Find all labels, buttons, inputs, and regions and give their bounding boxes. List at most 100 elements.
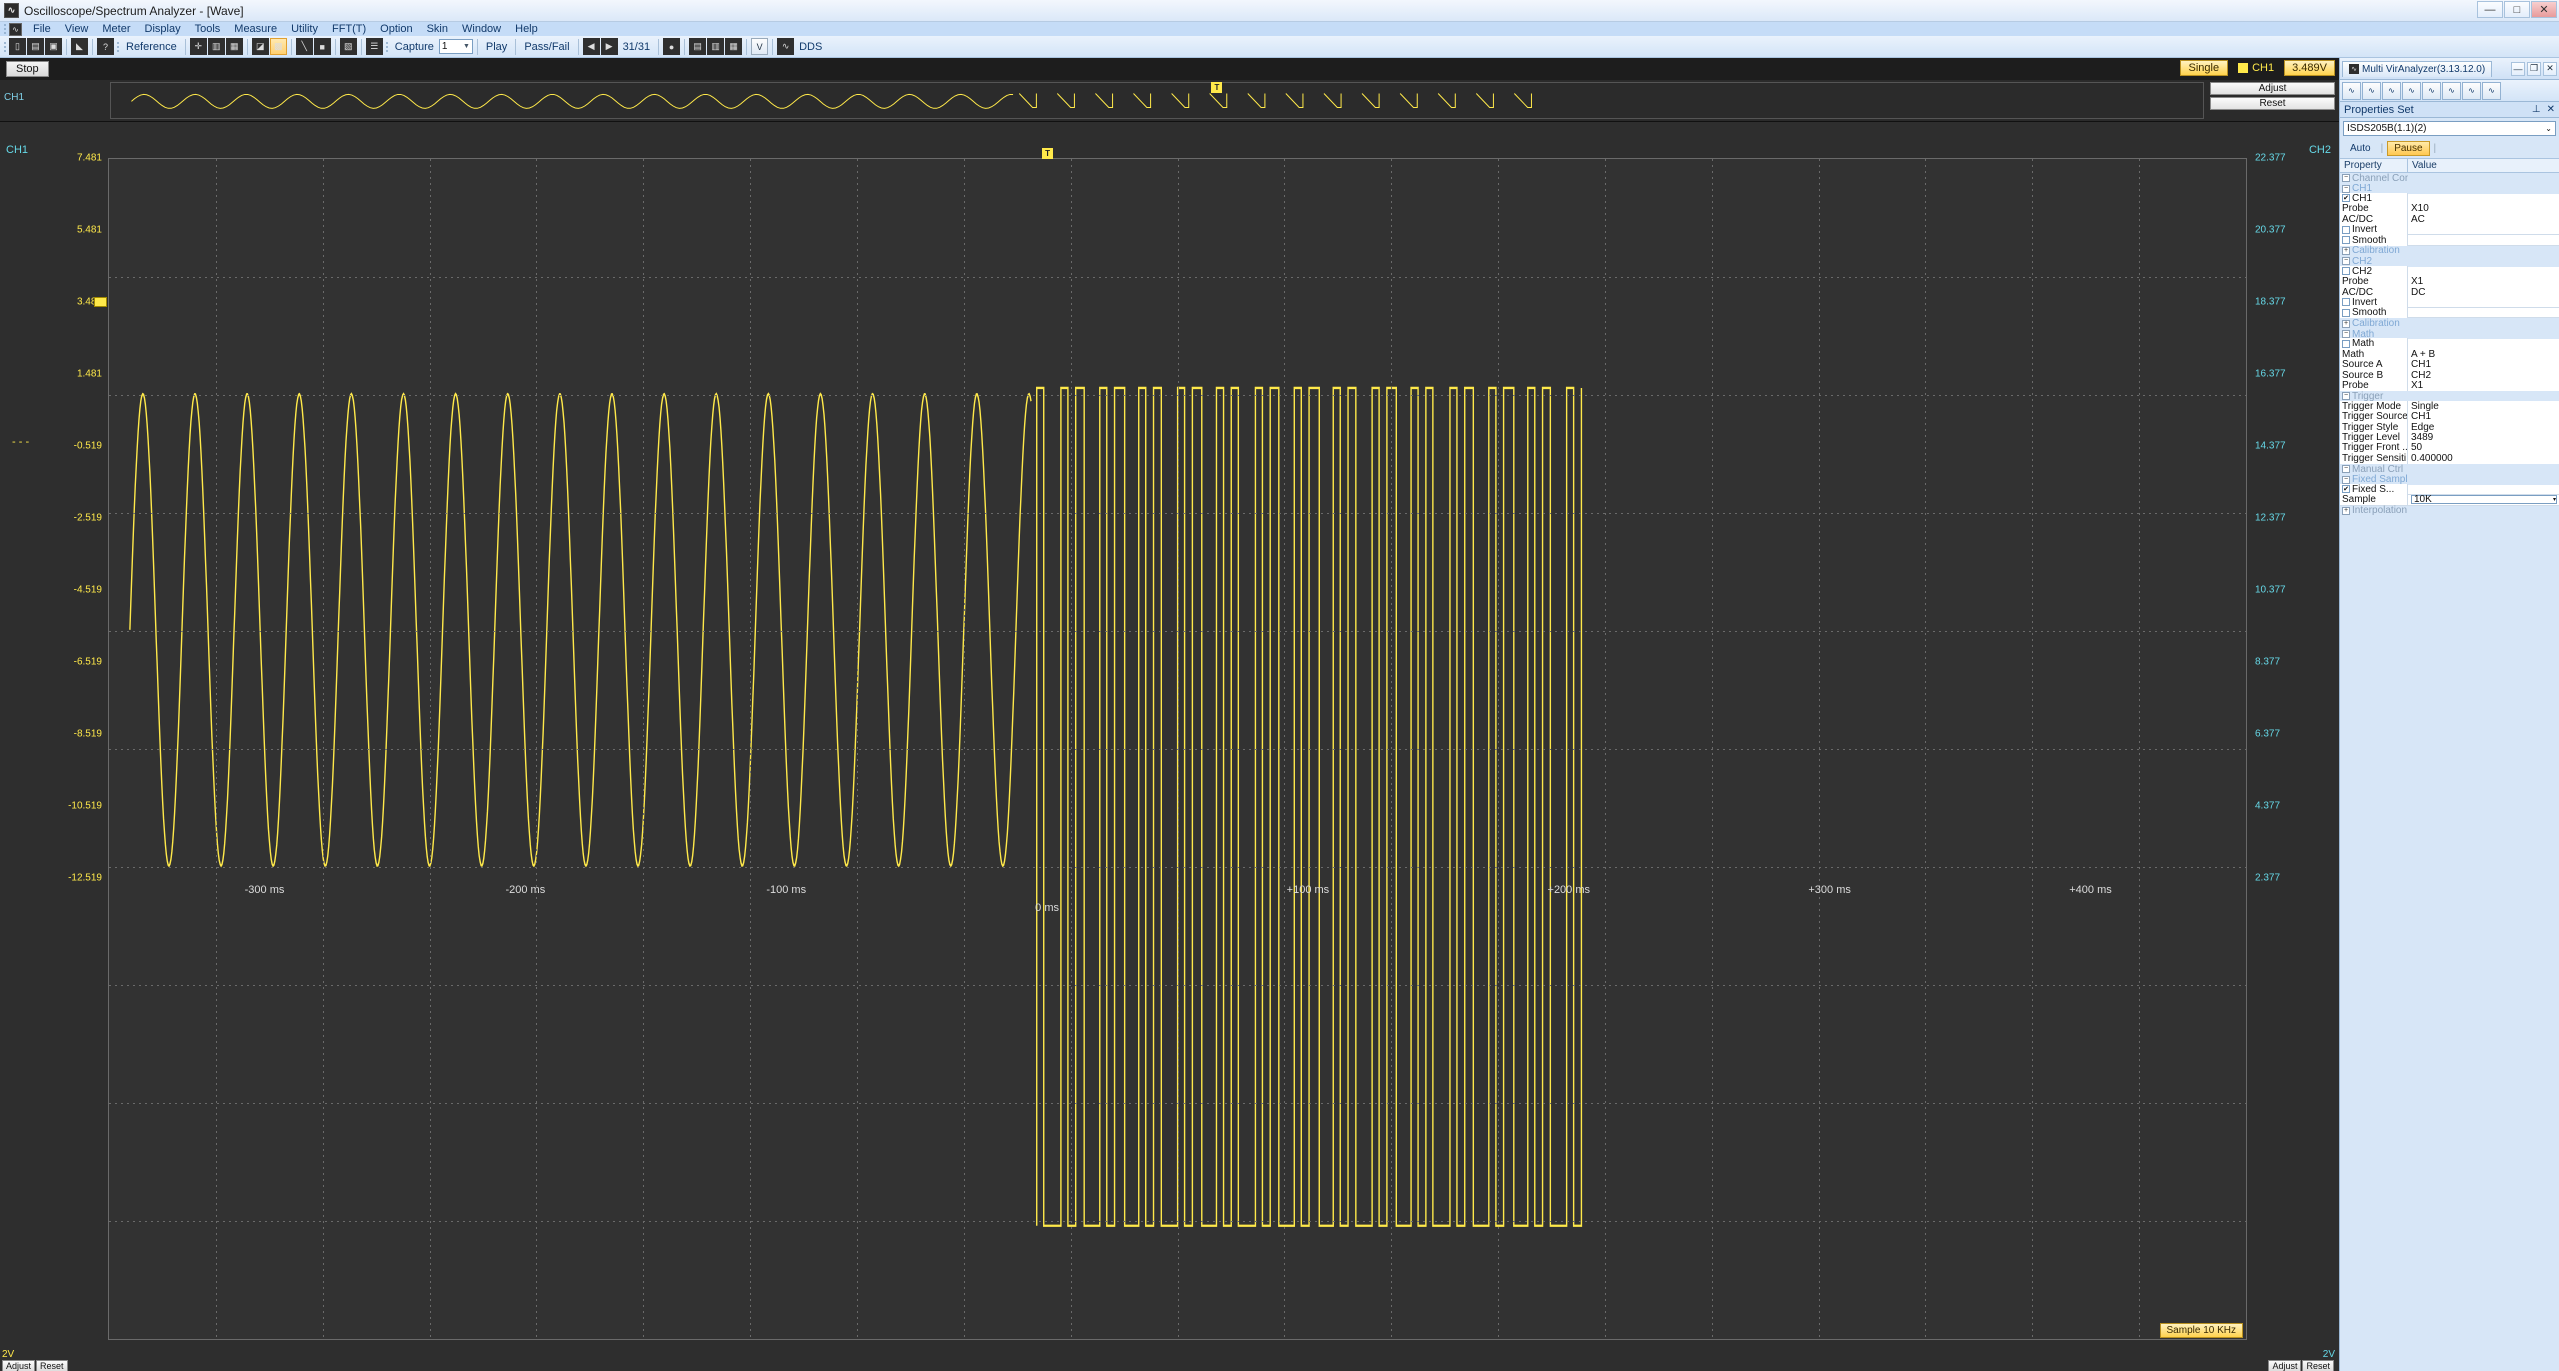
dds-icon[interactable]: ∿ (777, 38, 795, 55)
property-row[interactable]: Smooth (2340, 307, 2559, 319)
panel-close-icon[interactable]: ✕ (2543, 61, 2557, 76)
collapse-icon[interactable]: − (2342, 174, 2350, 183)
window-grid-icon[interactable]: ▦ (725, 38, 743, 55)
collapse-icon[interactable]: − (2342, 330, 2350, 339)
property-row[interactable]: Sample 10K ▾ (2340, 494, 2559, 506)
value-combo[interactable]: 10K ▾ (2411, 495, 2557, 505)
passfail-button[interactable]: Pass/Fail (520, 41, 573, 53)
property-row[interactable]: Probe X1 (2340, 380, 2559, 392)
expand-icon[interactable]: + (2342, 319, 2350, 328)
panel-minimize-icon[interactable]: — (2511, 61, 2525, 76)
panel-close-button[interactable]: ✕ (2547, 104, 2555, 115)
tab-multi-viranalyzer[interactable]: ∿ Multi VirAnalyzer(3.13.12.0) (2342, 60, 2493, 77)
overview-waveform[interactable]: T (110, 82, 2204, 119)
ch2-adjust-button[interactable]: Adjust (2268, 1360, 2302, 1371)
toolbar-drag-grip-3[interactable] (384, 41, 390, 53)
stop-button[interactable]: Stop (6, 61, 49, 77)
persistence-icon[interactable]: ▩ (269, 38, 287, 55)
checkbox[interactable]: ✔ (2342, 485, 2350, 494)
play-button[interactable]: Play (482, 41, 511, 53)
step-forward-icon[interactable]: ▶ (600, 38, 618, 55)
property-row[interactable]: Trigger Sensiti... 0.400000 (2340, 452, 2559, 464)
collapse-icon[interactable]: − (2342, 392, 2350, 401)
ch1-reset-button[interactable]: Reset (36, 1360, 68, 1371)
trigger-mode-badge[interactable]: Single (2179, 60, 2229, 76)
grid-bars-icon[interactable]: ▦ (225, 38, 243, 55)
menu-measure[interactable]: Measure (227, 22, 284, 36)
waveform-style-icon[interactable]: ◪ (251, 38, 269, 55)
menu-drag-grip[interactable] (2, 23, 8, 35)
device-selector-combo[interactable]: ISDS205B(1.1)(2) ⌄ (2343, 121, 2556, 136)
waveform-tool-3-icon[interactable]: ∿ (2382, 81, 2401, 100)
reference-button[interactable]: Reference (122, 41, 181, 53)
color-palette-icon[interactable]: ▧ (339, 38, 357, 55)
maximize-button[interactable]: □ (2504, 1, 2530, 18)
properties-grid[interactable]: −Channel Control−CH1✔CH1ProbeX10AC/DCACI… (2340, 173, 2559, 1371)
line-draw-icon[interactable]: ╲ (295, 38, 313, 55)
property-row[interactable]: −Channel Control (2340, 173, 2559, 184)
property-row[interactable]: − Manual Ctrl (2340, 464, 2559, 475)
overview-adjust-button[interactable]: Adjust (2210, 82, 2335, 95)
panel-restore-icon[interactable]: ❐ (2527, 61, 2541, 76)
collapse-icon[interactable]: − (2342, 465, 2350, 474)
window-split-icon[interactable]: ▤ (689, 38, 707, 55)
menu-meter[interactable]: Meter (95, 22, 137, 36)
ch2-reset-button[interactable]: Reset (2302, 1360, 2334, 1371)
checkbox[interactable] (2342, 267, 2350, 276)
step-back-icon[interactable]: ◀ (582, 38, 600, 55)
menu-tools[interactable]: Tools (188, 22, 228, 36)
new-icon[interactable]: ▯ (9, 38, 26, 55)
grid-columns-icon[interactable]: ▥ (207, 38, 225, 55)
toolbar-drag-grip-2[interactable] (115, 41, 121, 53)
window-vsplit-icon[interactable]: ▥ (707, 38, 725, 55)
property-row[interactable]: + Calibration (2340, 318, 2559, 329)
pin-icon[interactable]: ⊥ (2532, 104, 2541, 115)
checkbox[interactable] (2342, 298, 2350, 307)
waveform-tool-1-icon[interactable]: ∿ (2342, 81, 2361, 100)
property-row[interactable]: + Interpolation (2340, 505, 2559, 516)
overview-reset-button[interactable]: Reset (2210, 97, 2335, 110)
waveform-grid[interactable] (108, 158, 2247, 1340)
print-icon[interactable]: ◣ (71, 38, 88, 55)
expand-icon[interactable]: + (2342, 506, 2350, 515)
save-icon[interactable]: ▣ (45, 38, 62, 55)
checkbox[interactable] (2342, 339, 2350, 348)
help-icon[interactable]: ? (97, 38, 114, 55)
dot-draw-icon[interactable]: ■ (313, 38, 331, 55)
open-folder-icon[interactable]: ▤ (27, 38, 44, 55)
waveform-tool-2-icon[interactable]: ∿ (2362, 81, 2381, 100)
volt-meter-button[interactable]: V (751, 38, 769, 55)
toolbar-drag-grip[interactable] (2, 41, 8, 53)
record-icon[interactable]: ● (663, 38, 681, 55)
collapse-icon[interactable]: − (2342, 475, 2350, 484)
expand-icon[interactable]: + (2342, 246, 2350, 255)
menu-skin[interactable]: Skin (420, 22, 455, 36)
waveform-tool-6-icon[interactable]: ∿ (2442, 81, 2461, 100)
waveform-tool-5-icon[interactable]: ∿ (2422, 81, 2441, 100)
close-button[interactable]: ✕ (2531, 1, 2557, 18)
active-channel-badge[interactable]: CH1 (2232, 61, 2281, 75)
waveform-tool-8-icon[interactable]: ∿ (2482, 81, 2501, 100)
property-row[interactable]: Smooth (2340, 234, 2559, 246)
menu-display[interactable]: Display (138, 22, 188, 36)
cursor-measure-icon[interactable]: ✛ (189, 38, 207, 55)
waveform-tool-7-icon[interactable]: ∿ (2462, 81, 2481, 100)
waveform-tool-4-icon[interactable]: ∿ (2402, 81, 2421, 100)
menu-help[interactable]: Help (508, 22, 545, 36)
checkbox[interactable] (2342, 225, 2350, 234)
ch1-offset-handle[interactable] (94, 296, 107, 307)
menu-utility[interactable]: Utility (284, 22, 325, 36)
menu-view[interactable]: View (58, 22, 96, 36)
ch1-adjust-button[interactable]: Adjust (2, 1360, 36, 1371)
menu-window[interactable]: Window (455, 22, 508, 36)
minimize-button[interactable]: — (2477, 1, 2503, 18)
mode-pause-button[interactable]: Pause (2387, 141, 2430, 156)
property-row[interactable]: + Calibration (2340, 245, 2559, 256)
collapse-icon[interactable]: − (2342, 257, 2350, 266)
mode-auto-button[interactable]: Auto (2344, 142, 2377, 155)
menu-fft[interactable]: FFT(T) (325, 22, 373, 36)
overview-trigger-marker[interactable]: T (1211, 82, 1223, 93)
menu-option[interactable]: Option (373, 22, 419, 36)
checkbox[interactable] (2342, 236, 2350, 245)
capture-count-combo[interactable]: 1 ▼ (438, 39, 473, 54)
